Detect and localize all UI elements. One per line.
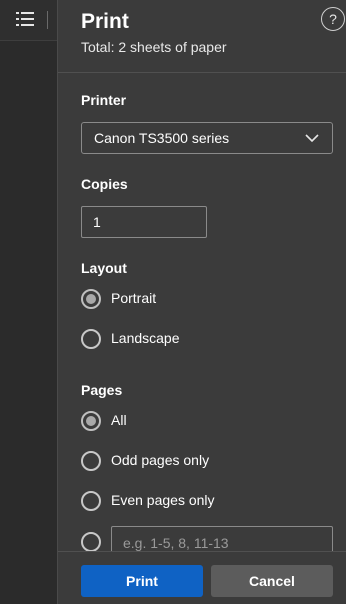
printer-selected-value: Canon TS3500 series bbox=[94, 130, 230, 146]
toolbar-divider bbox=[47, 11, 48, 29]
radio-label: Landscape bbox=[111, 330, 180, 346]
radio-button[interactable] bbox=[81, 329, 101, 349]
document-area bbox=[0, 0, 57, 604]
radio-label: Odd pages only bbox=[111, 452, 210, 468]
page-title: Print bbox=[81, 10, 129, 33]
radio-button[interactable] bbox=[81, 451, 101, 471]
radio-button[interactable] bbox=[81, 491, 101, 511]
printer-label: Printer bbox=[81, 92, 127, 108]
radio-button[interactable] bbox=[81, 411, 101, 431]
chevron-down-icon bbox=[305, 134, 319, 143]
printer-select[interactable]: Canon TS3500 series bbox=[81, 122, 333, 154]
copies-input[interactable] bbox=[81, 206, 207, 238]
radio-button[interactable] bbox=[81, 289, 101, 309]
print-button[interactable]: Print bbox=[81, 565, 203, 597]
print-header: Print Total: 2 sheets of paper ? bbox=[58, 0, 346, 73]
print-panel: Print Total: 2 sheets of paper ? Printer… bbox=[57, 0, 346, 604]
radio-button[interactable] bbox=[81, 532, 101, 552]
table-of-contents-icon[interactable] bbox=[16, 12, 34, 26]
cancel-button[interactable]: Cancel bbox=[211, 565, 333, 597]
radio-label: Portrait bbox=[111, 290, 157, 306]
radio-label: Even pages only bbox=[111, 492, 215, 508]
reader-toolbar bbox=[0, 0, 57, 41]
pages-label: Pages bbox=[81, 382, 123, 398]
help-icon[interactable]: ? bbox=[321, 7, 345, 31]
radio-label: All bbox=[111, 412, 127, 428]
sheet-count: Total: 2 sheets of paper bbox=[81, 39, 227, 55]
copies-label: Copies bbox=[81, 176, 128, 192]
layout-label: Layout bbox=[81, 260, 127, 276]
print-footer: Print Cancel bbox=[58, 551, 346, 604]
